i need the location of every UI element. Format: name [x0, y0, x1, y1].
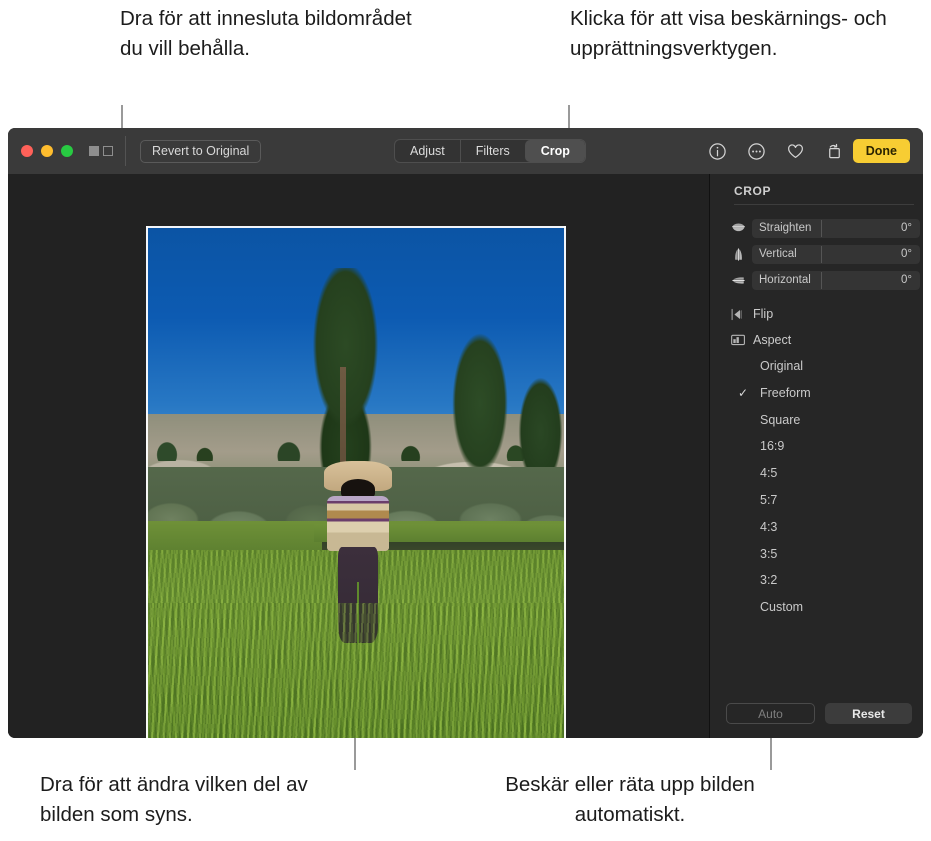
sidebar-action-buttons: Auto Reset	[726, 703, 912, 724]
rotate-icon[interactable]	[825, 142, 844, 161]
horizontal-slider[interactable]: Horizontal 0°	[752, 270, 920, 290]
sidebar-divider	[734, 204, 914, 205]
aspect-option-4-3[interactable]: 4:3	[730, 517, 920, 537]
aspect-label-5-7: 5:7	[760, 493, 778, 507]
favorite-icon[interactable]	[786, 142, 805, 161]
vertical-label: Vertical	[759, 248, 797, 260]
sidebar-title: CROP	[734, 184, 772, 198]
aspect-option-freeform[interactable]: ✓ Freeform	[730, 383, 920, 403]
flip-label: Flip	[753, 307, 774, 321]
straighten-slider-thumb[interactable]	[820, 219, 822, 237]
edit-mode-segmented-control[interactable]: Adjust Filters Crop	[394, 139, 586, 163]
crop-handle-bottom-right[interactable]	[548, 731, 566, 738]
callout-bottom-left: Dra för att ändra vilken del av bilden s…	[40, 773, 308, 826]
vertical-slider-thumb[interactable]	[820, 245, 822, 263]
crop-edge-top[interactable]	[146, 226, 566, 228]
screenshot-root: Dra för att innesluta bildområdet du vil…	[0, 0, 931, 841]
aspect-label-original: Original	[760, 359, 804, 373]
tab-crop[interactable]: Crop	[524, 140, 585, 162]
vertical-icon	[730, 246, 746, 262]
aspect-option-5-7[interactable]: 5:7	[730, 490, 920, 510]
straighten-value: 0°	[901, 222, 912, 234]
grid-view-icon[interactable]	[103, 146, 113, 156]
view-toggle-group[interactable]	[89, 146, 113, 156]
vertical-slider[interactable]: Vertical 0°	[752, 244, 920, 264]
tab-filters[interactable]: Filters	[459, 140, 525, 162]
toolbar: Revert to Original Adjust Filters Crop D…	[8, 128, 923, 174]
more-icon[interactable]	[747, 142, 766, 161]
vertical-value: 0°	[901, 248, 912, 260]
minimize-button[interactable]	[41, 145, 53, 157]
crop-handle-top-left[interactable]	[146, 226, 164, 244]
aspect-label: Aspect	[753, 333, 792, 347]
crop-edge-left[interactable]	[146, 226, 148, 738]
aspect-option-3-5[interactable]: 3:5	[730, 544, 920, 564]
aspect-option-square[interactable]: Square	[730, 410, 920, 430]
menu-item-aspect[interactable]: Aspect	[730, 330, 920, 350]
auto-button[interactable]: Auto	[726, 703, 815, 724]
window-controls[interactable]	[21, 145, 73, 157]
slider-row-straighten[interactable]: Straighten 0°	[730, 218, 920, 238]
photos-editor-window: Revert to Original Adjust Filters Crop D…	[8, 128, 923, 738]
aspect-option-16-9[interactable]: 16:9	[730, 436, 920, 456]
revert-to-original-button[interactable]: Revert to Original	[140, 139, 262, 163]
close-button[interactable]	[21, 145, 33, 157]
aspect-icon	[730, 333, 746, 347]
photo-image[interactable]	[146, 226, 566, 738]
aspect-label-square: Square	[760, 413, 801, 427]
crop-edge-right[interactable]	[564, 226, 566, 738]
aspect-option-custom[interactable]: Custom	[730, 597, 920, 617]
slider-row-horizontal[interactable]: Horizontal 0°	[730, 270, 920, 290]
horizontal-icon	[730, 272, 746, 288]
crop-handle-top-right[interactable]	[548, 226, 566, 244]
photo-canvas[interactable]	[8, 174, 709, 738]
aspect-label-4-3: 4:3	[760, 520, 778, 534]
person-sweater	[326, 496, 390, 552]
callout-top-left: Dra för att innesluta bildområdet du vil…	[120, 7, 412, 60]
crop-handle-bottom-left[interactable]	[146, 731, 164, 738]
info-icon[interactable]	[708, 142, 727, 161]
zoom-button[interactable]	[61, 145, 73, 157]
aspect-label-3-2: 3:2	[760, 573, 778, 587]
straighten-icon	[730, 220, 746, 236]
straighten-label: Straighten	[759, 222, 812, 234]
toolbar-divider	[125, 136, 126, 166]
callout-bottom-right: Beskär eller räta upp bilden automatiskt…	[505, 773, 755, 826]
straighten-slider[interactable]: Straighten 0°	[752, 218, 920, 238]
slider-row-vertical[interactable]: Vertical 0°	[730, 244, 920, 264]
aspect-label-freeform: Freeform	[760, 386, 811, 400]
horizontal-label: Horizontal	[759, 274, 811, 286]
crop-sidebar: CROP Straighten 0° Vertical 0° Horizonta…	[709, 174, 923, 738]
reset-button[interactable]: Reset	[825, 703, 912, 724]
aspect-option-4-5[interactable]: 4:5	[730, 463, 920, 483]
foreground-grass	[146, 602, 566, 738]
horizontal-value: 0°	[901, 274, 912, 286]
aspect-option-3-2[interactable]: 3:2	[730, 570, 920, 590]
aspect-label-custom: Custom	[760, 600, 804, 614]
sidebar-toggle-icon[interactable]	[89, 146, 99, 156]
aspect-option-original[interactable]: Original	[730, 356, 920, 376]
aspect-label-16-9: 16:9	[760, 439, 785, 453]
done-button[interactable]: Done	[852, 139, 910, 163]
aspect-label-3-5: 3:5	[760, 547, 778, 561]
horizontal-slider-thumb[interactable]	[820, 271, 822, 289]
menu-item-flip[interactable]: Flip	[730, 304, 920, 324]
callout-top-right: Klicka för att visa beskärnings- och upp…	[570, 7, 887, 60]
tab-adjust[interactable]: Adjust	[395, 140, 460, 162]
aspect-check-freeform: ✓	[737, 386, 749, 400]
aspect-label-4-5: 4:5	[760, 466, 778, 480]
flip-icon	[730, 307, 746, 321]
